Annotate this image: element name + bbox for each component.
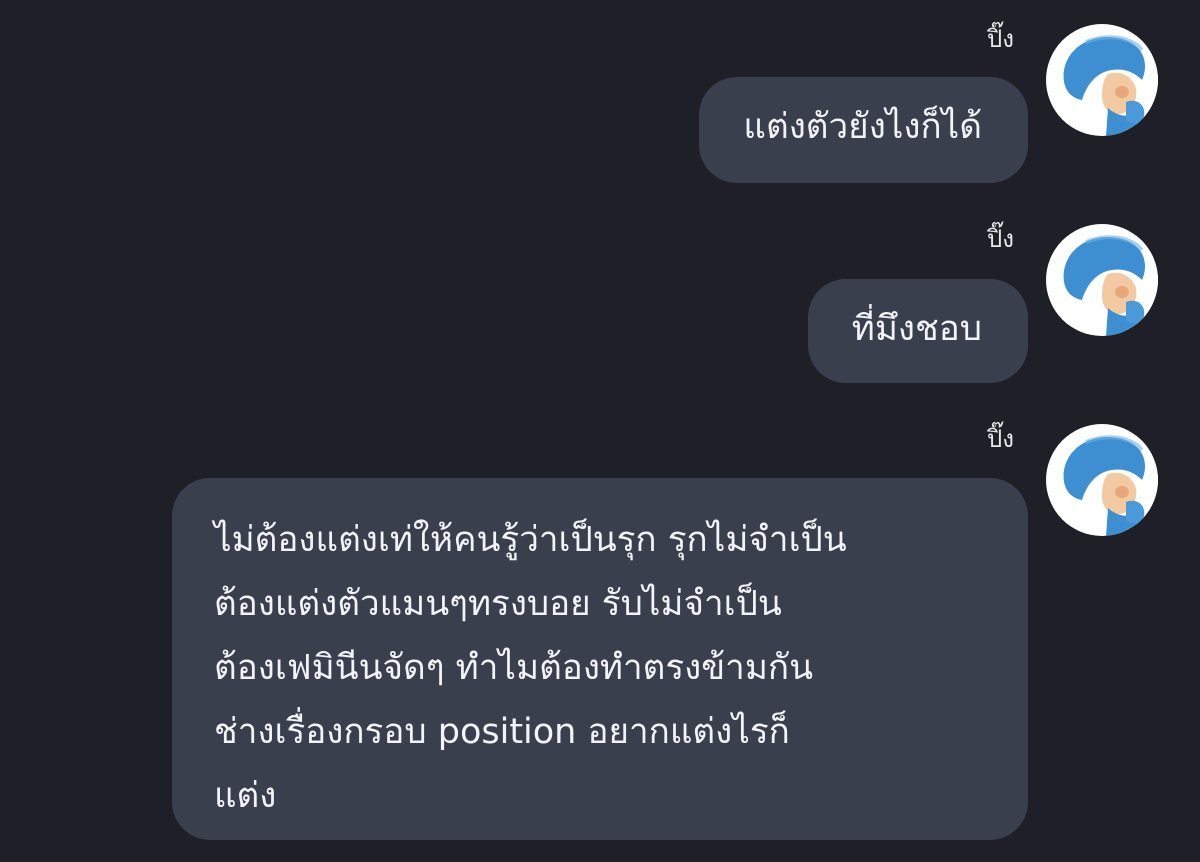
message-text: ที่มึงชอบ [851, 309, 982, 349]
message-bubble[interactable]: ไม่ต้องแต่งเท่ให้คนรู้ว่าเป็นรุก รุกไม่จ… [172, 478, 1028, 840]
pocoyo-avatar-icon[interactable] [1046, 24, 1158, 136]
message-bubble[interactable]: ที่มึงชอบ [807, 279, 1028, 383]
pocoyo-avatar-icon[interactable] [1046, 224, 1158, 336]
chat-thread: ปิ๊ง แต่งตัวยังไงก็ได้ ปิ๊ง ที่มึงชอบ ปิ… [0, 0, 1200, 862]
sender-name: ปิ๊ง [987, 225, 1014, 253]
sender-name: ปิ๊ง [987, 425, 1014, 453]
pocoyo-avatar-icon[interactable] [1046, 424, 1158, 536]
sender-name: ปิ๊ง [987, 25, 1014, 53]
message-text: แต่งตัวยังไงก็ได้ [743, 107, 982, 147]
message-text: ไม่ต้องแต่งเท่ให้คนรู้ว่าเป็นรุก รุกไม่จ… [214, 520, 847, 816]
message-bubble[interactable]: แต่งตัวยังไงก็ได้ [699, 77, 1028, 183]
